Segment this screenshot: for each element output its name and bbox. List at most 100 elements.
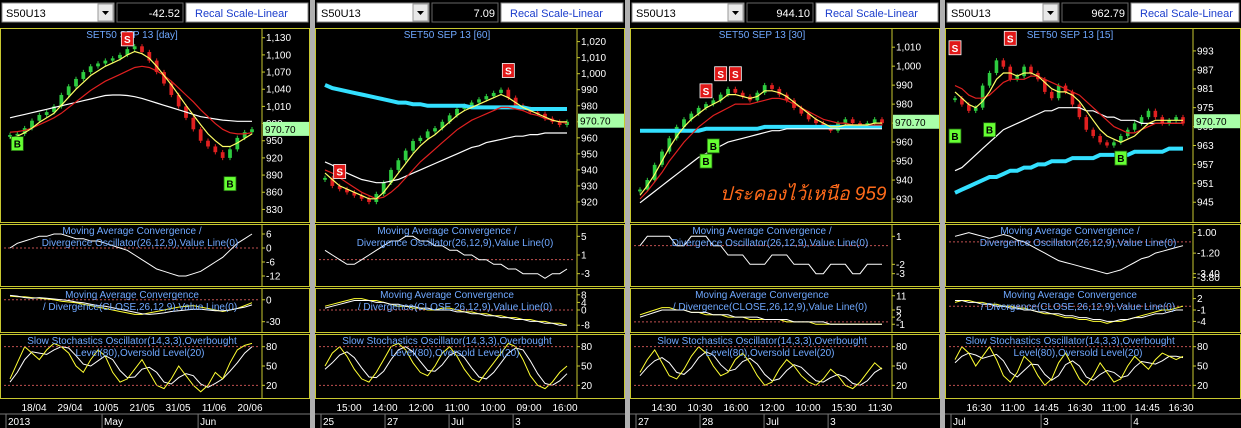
time-axis: 16:30 11:00 14:45 16:30 11:00 14:45 16:30Jul 3 4 (945, 403, 1241, 428)
buy-signal-marker[interactable]: B (699, 153, 713, 169)
buy-signal-marker[interactable]: B (948, 128, 962, 144)
recal-scale-label: Recal Scale-Linear (825, 8, 918, 20)
candle-body (953, 98, 957, 101)
oscillator-tick-label: 80 (581, 342, 593, 353)
sell-signal-marker[interactable]: S (333, 164, 347, 179)
oscillator-title: Moving Average Convergence / Divergence(C… (673, 290, 867, 313)
candle-body (403, 150, 408, 161)
chart-title: SET50 SEP 13 [30] (719, 30, 806, 41)
panel-header: S50U13 944.10 Recal Scale-Linear (630, 0, 940, 26)
price-tick-label: 860 (266, 188, 283, 199)
buy-signal-marker[interactable]: B (706, 138, 720, 154)
candle-body (1001, 60, 1006, 67)
last-price-value: 970.70 (1196, 117, 1227, 128)
time-label: 16:30 (1067, 403, 1092, 414)
time-label: 11:30 (868, 403, 893, 414)
candle-body (770, 85, 774, 89)
candle-body (1098, 136, 1102, 143)
price-tick-label: 950 (266, 136, 283, 147)
last-price-value: 970.70 (895, 118, 926, 129)
symbol-dropdown[interactable]: S50U13 (1, 2, 115, 23)
candle-body (74, 78, 78, 87)
candle-body (1132, 123, 1137, 130)
recal-scale-label: Recal Scale-Linear (510, 8, 603, 20)
symbol-dropdown[interactable]: S50U13 (946, 2, 1060, 23)
oscillator-title: Slow Stochastics Oscillator(14,3,3),Over… (657, 336, 867, 359)
sell-signal-marker[interactable]: S (1003, 30, 1017, 46)
buy-signal-marker[interactable]: B (10, 136, 24, 152)
sell-signal-marker[interactable]: S (714, 66, 728, 82)
signal-label: S (732, 70, 739, 81)
candle-body (411, 141, 415, 151)
candle-body (44, 112, 49, 115)
time-label: 14:45 (1135, 403, 1160, 414)
sell-signal-marker[interactable]: S (501, 63, 515, 78)
buy-signal-marker[interactable]: B (223, 176, 237, 192)
recal-scale-button[interactable]: Recal Scale-Linear (1130, 2, 1240, 23)
time-label: 16:00 (723, 403, 748, 414)
recal-scale-button[interactable]: Recal Scale-Linear (185, 2, 309, 23)
price-tick-label: 980 (896, 100, 913, 111)
price-tick-label: 950 (581, 149, 598, 160)
date-label: 27 (387, 417, 399, 428)
symbol-value: S50U13 (6, 8, 46, 20)
buy-signal-marker[interactable]: B (1114, 150, 1128, 166)
candle-body (980, 85, 985, 108)
panel-header: S50U13 7.09 Recal Scale-Linear (315, 0, 625, 26)
oscillator-tick-label: 1 (581, 251, 587, 262)
oscillator-tick-label: 80 (266, 342, 278, 353)
oscillator-title: Moving Average Convergence / Divergence(C… (358, 290, 552, 313)
recal-scale-button[interactable]: Recal Scale-Linear (815, 2, 939, 23)
candle-body (81, 72, 86, 79)
oscillator-tick-label: -1 (1197, 306, 1206, 317)
crosshair-readout: 962.79 (1061, 2, 1129, 23)
chart-panel-4[interactable]: S50U13 962.79 Recal Scale-Linear SET50 SEP … (945, 0, 1241, 428)
chart-panel-3[interactable]: S50U13 944.10 Recal Scale-Linear SET50 SEP … (630, 0, 940, 428)
price-tick-label: 975 (1197, 103, 1214, 114)
recal-scale-button[interactable]: Recal Scale-Linear (500, 2, 624, 23)
date-label: 2013 (8, 417, 31, 428)
panel-header: S50U13 962.79 Recal Scale-Linear (945, 0, 1241, 26)
symbol-dropdown[interactable]: S50U13 (316, 2, 430, 23)
chart-panel-1[interactable]: S50U13-42.52Recal Scale-LinearSET50 SEP … (0, 0, 310, 428)
price-tick-label: 930 (896, 195, 913, 206)
candle-body (206, 140, 210, 147)
price-tick-label: 990 (896, 81, 913, 92)
fast-moving-average-line (639, 90, 882, 196)
time-label: 09:00 (516, 403, 541, 414)
buy-signal-marker[interactable]: B (983, 122, 996, 138)
oscillator-tick-label: 11 (896, 291, 907, 302)
symbol-value: S50U13 (321, 8, 361, 20)
sell-signal-marker[interactable]: S (120, 31, 134, 47)
long-moving-average-line (324, 83, 567, 111)
date-label: 28 (702, 417, 714, 428)
sell-signal-marker[interactable]: S (728, 66, 742, 82)
candle-body (1091, 129, 1095, 137)
oscillator-tick-label: 0 (581, 306, 587, 317)
price-tick-label: 990 (581, 85, 598, 96)
date-label: 25 (323, 417, 335, 428)
oscillator-tick-label: -3 (896, 269, 905, 280)
oscillator-tick-label: -30 (266, 317, 281, 328)
last-price-tag: 970.70 (1194, 114, 1240, 129)
price-tick-label: 960 (581, 133, 598, 144)
price-tick-label: 980 (581, 101, 598, 112)
date-label: 27 (638, 417, 650, 428)
chart-panel-2[interactable]: S50U13 7.09 Recal Scale-Linear SET50 SEP 13… (315, 0, 625, 428)
symbol-dropdown[interactable]: S50U13 (631, 2, 745, 23)
sell-signal-marker[interactable]: S (948, 40, 962, 56)
sell-signal-marker[interactable]: S (699, 83, 713, 99)
time-label: 15:30 (831, 403, 856, 414)
price-tick-label: 951 (1197, 179, 1214, 190)
candle-body (396, 160, 401, 170)
candle-body (1070, 91, 1075, 105)
time-label: 21/05 (129, 403, 154, 414)
time-label: 14:45 (1034, 403, 1059, 414)
candle-body (726, 88, 730, 95)
fast-moving-average-line (9, 50, 253, 148)
candle-body (118, 54, 122, 59)
price-tick-label: 963 (1197, 141, 1214, 152)
oscillator-tick-label: -1.20 (1197, 249, 1220, 260)
candle-body (994, 60, 999, 73)
oscillator-title: Moving Average Convergence / Divergence(C… (43, 290, 237, 313)
